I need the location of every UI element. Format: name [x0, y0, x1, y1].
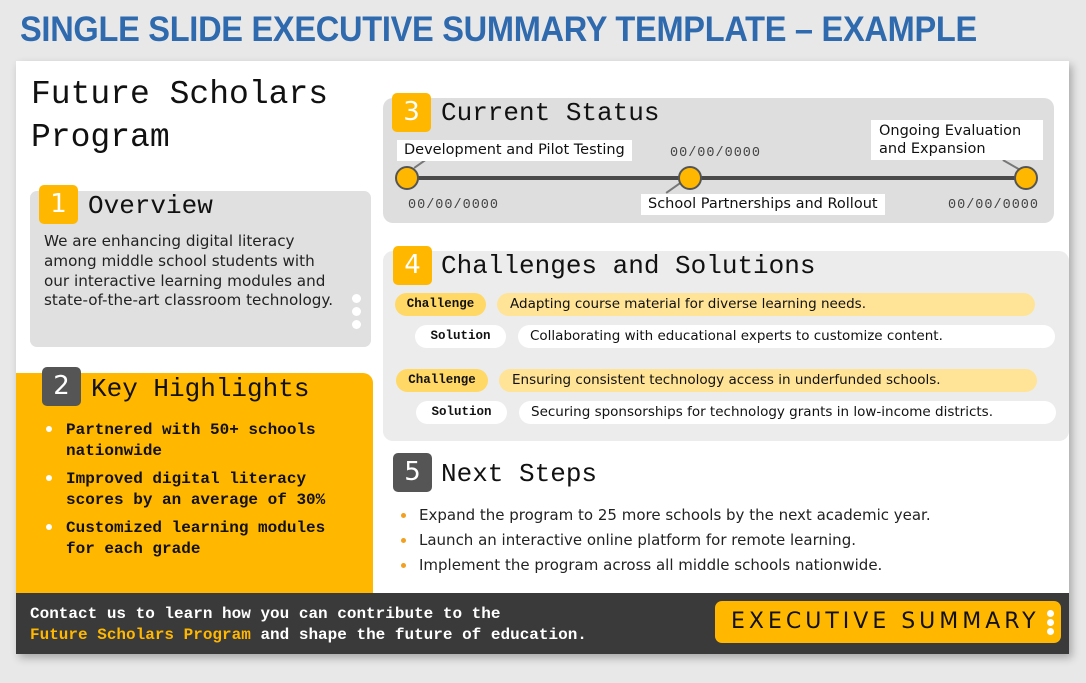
- highlight-item: Partnered with 50+ schools nationwide: [42, 420, 362, 461]
- challenge-tag: Challenge: [396, 369, 488, 392]
- key-highlights-list: Partnered with 50+ schools nationwide Im…: [42, 420, 362, 567]
- milestone-date: 00/00/0000: [408, 198, 500, 213]
- section-number-badge: 1: [39, 185, 78, 224]
- footer-line2-rest: and shape the future of education.: [250, 626, 587, 644]
- challenge-text: Ensuring consistent technology access in…: [499, 369, 1037, 392]
- section-number-badge: 3: [392, 93, 431, 132]
- highlight-item: Customized learning modules for each gra…: [42, 518, 362, 559]
- key-highlights-heading: Key Highlights: [91, 374, 310, 404]
- timeline-milestone-dot[interactable]: [678, 166, 702, 190]
- footer-line1: Contact us to learn how you can contribu…: [30, 605, 501, 623]
- milestone-date: 00/00/0000: [670, 146, 762, 161]
- timeline-milestone-dot[interactable]: [395, 166, 419, 190]
- footer-contact-text: Contact us to learn how you can contribu…: [30, 604, 587, 646]
- timeline-milestone-dot[interactable]: [1014, 166, 1038, 190]
- solution-text: Collaborating with educational experts t…: [518, 325, 1055, 348]
- challenge-tag: Challenge: [395, 293, 486, 316]
- next-steps-heading: Next Steps: [441, 459, 598, 489]
- solution-tag: Solution: [415, 325, 506, 348]
- footer-line2: Future Scholars Program and shape the fu…: [30, 625, 587, 646]
- overview-text: We are enhancing digital literacy among …: [44, 232, 334, 310]
- highlight-item: Improved digital literacy scores by an a…: [42, 469, 362, 510]
- footer-program-name: Future Scholars Program: [30, 626, 251, 644]
- solution-text: Securing sponsorships for technology gra…: [519, 401, 1056, 424]
- current-status-heading: Current Status: [441, 98, 660, 128]
- solution-tag: Solution: [416, 401, 507, 424]
- executive-summary-badge: EXECUTIVE SUMMARY: [715, 601, 1061, 643]
- program-title-line1: Future Scholars: [31, 76, 329, 113]
- vertical-dots-icon: [352, 294, 361, 329]
- milestone-label: Ongoing Evaluation and Expansion: [871, 120, 1043, 160]
- overview-heading: Overview: [88, 191, 213, 221]
- next-step-item: Launch an interactive online platform fo…: [397, 528, 931, 553]
- timeline-line: [407, 176, 1029, 180]
- milestone-label: School Partnerships and Rollout: [641, 194, 885, 215]
- challenges-heading: Challenges and Solutions: [441, 251, 816, 281]
- executive-summary-slide: Future Scholars Program 1 Overview We ar…: [16, 61, 1069, 654]
- footer-bar: Contact us to learn how you can contribu…: [16, 593, 1069, 654]
- page-title: SINGLE SLIDE EXECUTIVE SUMMARY TEMPLATE …: [20, 10, 977, 49]
- program-title: Future Scholars Program: [31, 73, 328, 159]
- next-step-item: Expand the program to 25 more schools by…: [397, 503, 931, 528]
- section-number-badge: 2: [42, 367, 81, 406]
- next-step-item: Implement the program across all middle …: [397, 553, 931, 578]
- program-title-line2: Program: [31, 119, 170, 156]
- challenge-text: Adapting course material for diverse lea…: [497, 293, 1035, 316]
- section-number-badge: 5: [393, 453, 432, 492]
- next-steps-list: Expand the program to 25 more schools by…: [397, 503, 931, 578]
- milestone-label: Development and Pilot Testing: [397, 140, 632, 161]
- vertical-dots-icon: [1047, 610, 1054, 635]
- milestone-date: 00/00/0000: [948, 198, 1040, 213]
- executive-summary-label: EXECUTIVE SUMMARY: [731, 609, 1040, 634]
- section-number-badge: 4: [393, 246, 432, 285]
